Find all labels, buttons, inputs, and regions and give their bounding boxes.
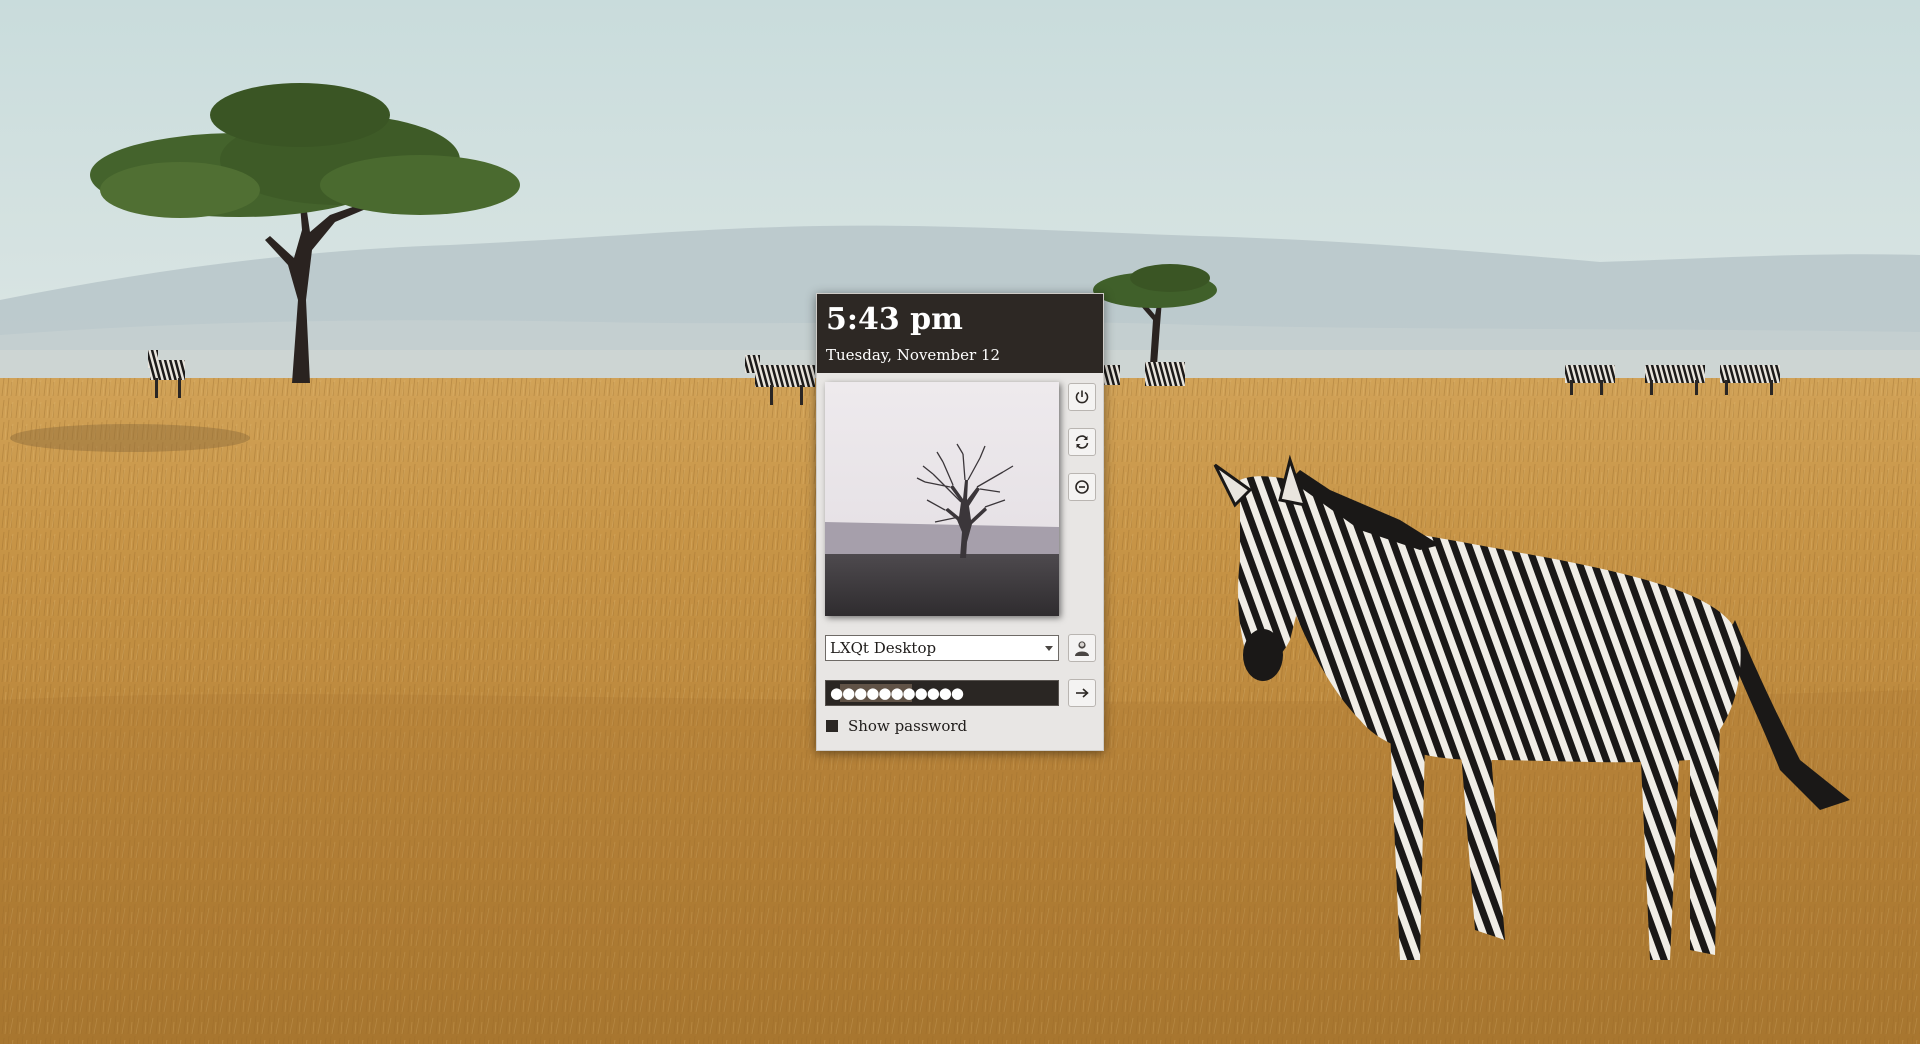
reboot-button[interactable]: [1068, 428, 1096, 456]
suspend-button[interactable]: [1068, 473, 1096, 501]
password-input[interactable]: ●●●●●●●●●●●: [825, 680, 1059, 706]
clock-header: 5:43 pm Tuesday, November 12: [817, 294, 1103, 373]
arrow-right-icon: [1076, 688, 1089, 698]
user-icon: [1075, 641, 1089, 656]
clock-time: 5:43 pm: [826, 302, 963, 337]
clock-date: Tuesday, November 12: [826, 346, 1001, 364]
power-icon: [1075, 390, 1089, 404]
show-password-checkbox[interactable]: [826, 720, 838, 732]
session-selected-label: LXQt Desktop: [830, 639, 937, 657]
session-select[interactable]: LXQt Desktop: [825, 635, 1059, 661]
tree-avatar-icon: [825, 382, 1059, 616]
show-password-label: Show password: [848, 717, 968, 735]
password-masked-value: ●●●●●●●●●●●: [830, 684, 964, 702]
desktop-screen: 5:43 pm Tuesday, November 12 LXQt Deskto…: [0, 0, 1920, 1044]
user-switch-button[interactable]: [1068, 634, 1096, 662]
login-greeter-panel: 5:43 pm Tuesday, November 12 LXQt Deskto…: [816, 293, 1104, 751]
user-avatar: [825, 382, 1059, 616]
suspend-icon: [1075, 480, 1089, 494]
login-button[interactable]: [1068, 679, 1096, 707]
reboot-icon: [1075, 435, 1089, 449]
chevron-down-icon: [1045, 646, 1053, 651]
power-button[interactable]: [1068, 383, 1096, 411]
